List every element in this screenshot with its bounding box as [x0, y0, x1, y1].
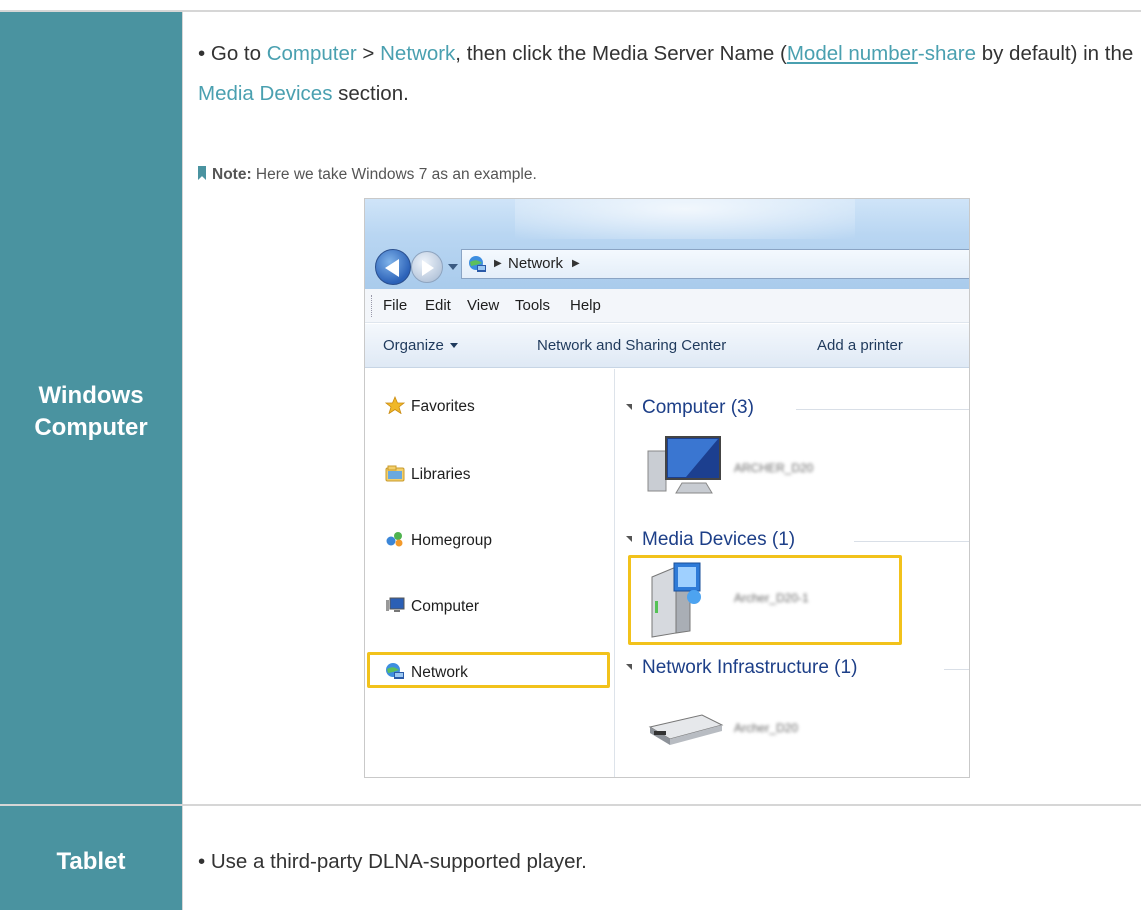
device-label-computer: ARCHER_D20	[734, 461, 814, 475]
bookmark-icon	[198, 166, 206, 180]
column-divider	[182, 12, 183, 910]
collapse-triangle-icon	[626, 536, 632, 542]
address-bar[interactable]: ▶ Network ▶	[461, 249, 969, 279]
nav-label: Favorites	[411, 398, 475, 415]
computer-device-icon[interactable]	[646, 431, 726, 501]
menu-view[interactable]: View	[467, 297, 499, 314]
tablet-instruction: • Use a third-party DLNA-supported playe…	[198, 842, 1098, 882]
back-button[interactable]	[375, 249, 411, 285]
media-server-highlight-box	[628, 555, 902, 645]
titlebar-glow	[515, 199, 855, 239]
forward-arrow-icon	[422, 260, 434, 276]
organize-label: Organize	[383, 337, 444, 354]
network-globe-icon	[469, 256, 486, 272]
group-label: Computer (3)	[642, 397, 754, 418]
category-tablet: Tablet	[0, 806, 182, 910]
instruction-text: Go to Computer > Network, then click the…	[198, 42, 1133, 105]
device-label-router: Archer_D20	[734, 721, 799, 735]
bullet-dot: •	[198, 42, 211, 65]
star-icon	[385, 396, 405, 414]
menu-grip	[371, 295, 373, 317]
nav-label: Libraries	[411, 466, 471, 483]
explorer-titlebar: ▶ Network ▶	[365, 199, 969, 289]
breadcrumb-chevron-icon: ▶	[572, 258, 580, 269]
group-header-media-devices[interactable]: Media Devices (1)	[626, 527, 795, 553]
instruction-highlight-term: Media Devices	[198, 82, 333, 105]
homegroup-icon	[386, 532, 403, 547]
content-pane: Computer (3) ARCHER_D20 Media Devices (1…	[616, 369, 969, 777]
group-divider	[796, 409, 969, 410]
instruction-text-segment: section.	[332, 82, 409, 105]
windows-instruction: • Go to Computer > Network, then click t…	[198, 34, 1138, 114]
network-highlight-box	[367, 652, 610, 688]
category-windows-computer: Windows Computer	[0, 12, 182, 804]
instruction-text-segment: , then click the Media Server Name (	[455, 42, 787, 65]
add-printer-button[interactable]: Add a printer	[817, 337, 903, 354]
collapse-triangle-icon	[626, 664, 632, 670]
note: Note: Here we take Windows 7 as an examp…	[198, 166, 537, 184]
forward-button[interactable]	[411, 251, 443, 283]
instruction-highlight-term: -share	[917, 42, 976, 65]
breadcrumb-network[interactable]: Network	[508, 250, 563, 278]
libraries-folder-icon	[385, 465, 405, 482]
group-header-network-infrastructure[interactable]: Network Infrastructure (1)	[626, 655, 857, 681]
instruction-text-segment: >	[356, 42, 381, 65]
nav-label: Homegroup	[411, 532, 492, 549]
menu-bar: File Edit View Tools Help	[365, 289, 969, 323]
menu-edit[interactable]: Edit	[425, 297, 451, 314]
group-label: Network Infrastructure (1)	[642, 657, 858, 678]
category-label: Tablet	[56, 848, 126, 875]
navigation-pane: Favorites Libraries Homegroup Computer N…	[365, 369, 615, 777]
page: Windows Computer • Go to Computer > Netw…	[0, 0, 1141, 910]
instruction-highlight-term: Network	[380, 42, 456, 65]
collapse-triangle-icon	[626, 404, 632, 410]
menu-file[interactable]: File	[383, 297, 407, 314]
nav-item-homegroup[interactable]: Homegroup	[385, 529, 492, 553]
bullet-dot: •	[198, 850, 211, 873]
command-bar: Organize Network and Sharing Center Add …	[365, 324, 969, 368]
network-sharing-center-button[interactable]: Network and Sharing Center	[537, 337, 726, 354]
instruction-text-segment: Go to	[210, 42, 267, 65]
instruction-text: Use a third-party DLNA-supported player.	[211, 850, 587, 873]
note-label: Note:	[212, 166, 252, 183]
computer-icon	[386, 597, 405, 612]
breadcrumb-chevron-icon: ▶	[494, 258, 502, 269]
nav-item-libraries[interactable]: Libraries	[385, 463, 470, 487]
nav-item-computer[interactable]: Computer	[385, 595, 479, 619]
explorer-screenshot: ▶ Network ▶ File Edit View Tools Help Or…	[364, 198, 970, 778]
nav-item-favorites[interactable]: Favorites	[385, 395, 475, 419]
chevron-down-icon	[449, 343, 458, 348]
instruction-text-segment: by default) in the	[976, 42, 1134, 65]
nav-label: Computer	[411, 598, 480, 615]
group-divider	[944, 669, 969, 670]
group-label: Media Devices (1)	[642, 529, 796, 550]
category-label: Windows Computer	[34, 382, 148, 441]
recent-pages-dropdown-icon[interactable]	[448, 264, 458, 270]
instruction-highlight-term: Computer	[266, 42, 357, 65]
organize-button[interactable]: Organize	[383, 337, 458, 354]
group-header-computer[interactable]: Computer (3)	[626, 395, 754, 421]
menu-tools[interactable]: Tools	[515, 297, 550, 314]
group-divider	[854, 541, 969, 542]
note-text: Here we take Windows 7 as an example.	[255, 166, 537, 183]
instruction-highlight-term[interactable]: Model number	[787, 42, 918, 65]
router-icon[interactable]	[646, 707, 726, 747]
back-arrow-icon	[385, 259, 399, 277]
instruction-text-segment: Use a third-party DLNA-supported player.	[210, 850, 587, 873]
menu-help[interactable]: Help	[570, 297, 601, 314]
